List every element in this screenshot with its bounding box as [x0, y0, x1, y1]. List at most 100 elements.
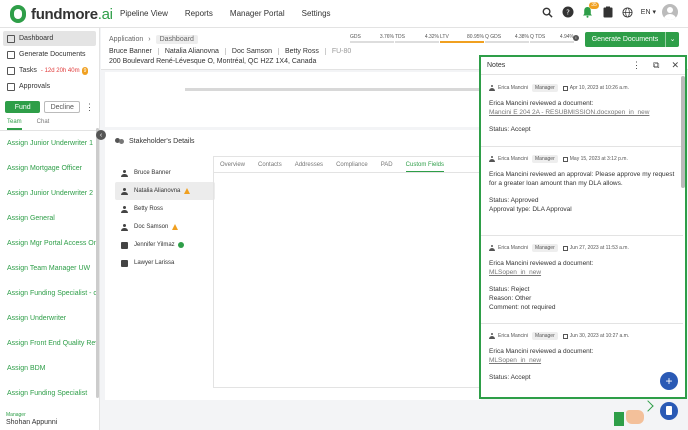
chevron-left-icon: ‹ [99, 131, 103, 139]
sidebar-item-approvals[interactable]: Approvals [3, 79, 96, 94]
main-nav: Pipeline View Reports Manager Portal Set… [120, 9, 348, 18]
collapse-sidebar-button[interactable]: ‹ [96, 130, 106, 140]
list-item[interactable]: Assign Funding Specialist - clos [7, 281, 99, 306]
role-badge: Manager [532, 155, 558, 163]
metric-ltv: LTV 80.95% [440, 34, 484, 43]
list-item[interactable]: Assign Mgr Portal Access Only [7, 231, 99, 256]
info-icon[interactable]: i [573, 35, 579, 41]
content-card [105, 72, 485, 127]
nav-manager-portal[interactable]: Manager Portal [230, 9, 285, 18]
sidebar-item-dashboard[interactable]: Dashboard [3, 31, 96, 46]
user-icon [489, 333, 495, 339]
person-icon [121, 187, 128, 195]
brand-name: fundmore [31, 5, 98, 23]
borrower-name: Doc Samson [232, 48, 279, 55]
user-avatar[interactable] [662, 4, 678, 20]
stakeholder-detail-panel: Overview Contacts Addresses Compliance P… [213, 156, 481, 388]
property-address: 200 Boulevard René-Lévesque O, Montréal,… [109, 58, 317, 65]
stakeholder-list: Bruce Banner Natalia Alianovna Betty Ros… [115, 164, 215, 272]
brand-logo[interactable]: fundmore.ai [8, 4, 113, 24]
list-item[interactable]: Assign Underwriter [7, 306, 99, 331]
list-item[interactable]: Assign General [7, 206, 99, 231]
ratio-metrics: GDS 3.76% TDS 4.32% LTV 80.95% Q GDS 4.38% Q… [350, 34, 575, 43]
sidebar-tabs: Team Chat [0, 113, 99, 131]
language-selector[interactable]: EN ▾ [641, 8, 656, 16]
generate-documents-button[interactable]: Generate Documents ⌄ [585, 32, 679, 47]
top-bar: fundmore.ai Pipeline View Reports Manage… [0, 0, 688, 28]
list-item[interactable]: Assign Funding Specialist [7, 381, 99, 406]
calendar-icon [562, 85, 568, 91]
tab-custom-fields[interactable]: Custom Fields [405, 157, 444, 172]
tab-team[interactable]: Team [7, 119, 22, 130]
tab-chat[interactable]: Chat [37, 119, 50, 130]
note-item: Erica Mancini Manager Jun 27, 2023 at 11… [481, 236, 683, 324]
logo-mark-icon [8, 4, 28, 24]
tasks-overdue: - 12d 20h 40m [40, 67, 80, 74]
fund-actions: Fund Decline ⋮ [0, 95, 99, 113]
stakeholder-item[interactable]: Betty Ross [115, 200, 215, 218]
stakeholder-item[interactable]: Natalia Alianovna [115, 182, 215, 200]
fund-button[interactable]: Fund [5, 101, 41, 113]
list-item[interactable]: Assign Junior Underwriter 2 [7, 181, 99, 206]
person-icon [121, 169, 128, 177]
stakeholder-item[interactable]: Doc Samson [115, 218, 215, 236]
tab-addresses[interactable]: Addresses [295, 157, 323, 172]
note-item: Erica Mancini Manager May 15, 2023 at 3:… [481, 147, 683, 236]
nav-settings[interactable]: Settings [302, 9, 331, 18]
close-icon[interactable]: ✕ [671, 60, 679, 71]
more-options-icon[interactable]: ⋮ [85, 102, 94, 113]
list-item[interactable]: Assign Junior Underwriter 1 [7, 131, 99, 156]
more-options-icon[interactable]: ⋮ [632, 60, 641, 71]
chevron-down-icon[interactable]: ⌄ [665, 32, 679, 47]
section-title: Stakeholder's Details [115, 138, 195, 145]
document-link[interactable]: MLSopen_in_new [489, 356, 675, 365]
search-icon[interactable] [541, 5, 555, 19]
calendar-icon [562, 245, 568, 251]
nav-pipeline-view[interactable]: Pipeline View [120, 9, 168, 18]
open-external-icon[interactable]: ⧉ [653, 60, 659, 71]
tab-contacts[interactable]: Contacts [258, 157, 282, 172]
add-note-button[interactable]: + [660, 372, 678, 390]
breadcrumb-dashboard[interactable]: Dashboard [155, 35, 198, 44]
document-link[interactable]: MLSopen_in_new [489, 268, 675, 277]
tab-pad[interactable]: PAD [381, 157, 393, 172]
list-item[interactable]: Assign Front End Quality Review [7, 331, 99, 356]
decline-button[interactable]: Decline [44, 101, 80, 113]
breadcrumb-application[interactable]: Application [109, 36, 143, 43]
notes-scrollbar[interactable] [681, 76, 685, 188]
tasks-icon [7, 66, 15, 75]
list-item[interactable]: Assign BDM [7, 356, 99, 381]
list-item[interactable]: Assign Mortgage Officer [7, 156, 99, 181]
footer-role: Manager [6, 412, 26, 418]
top-icons: ? 35 EN ▾ [541, 2, 678, 20]
brand-suffix: .ai [97, 5, 113, 23]
help-icon[interactable]: ? [561, 5, 575, 19]
role-badge: Manager [532, 244, 558, 252]
stakeholder-item[interactable]: Lawyer Larissa [115, 254, 215, 272]
sidebar-footer: Manager Shohan Appunni [0, 410, 100, 430]
metric-qgds: Q GDS 4.38% [485, 34, 529, 43]
role-badge: Manager [532, 332, 558, 340]
tab-overview[interactable]: Overview [220, 157, 245, 172]
tab-compliance[interactable]: Compliance [336, 157, 368, 172]
sidebar-item-tasks[interactable]: Tasks - 12d 20h 40m 9 [3, 63, 96, 78]
nav-reports[interactable]: Reports [185, 9, 213, 18]
globe-icon[interactable] [621, 5, 635, 19]
notes-document-button[interactable] [660, 402, 678, 420]
calendar-icon [562, 156, 568, 162]
document-link[interactable]: Mancini E 204 2A - RESUBMISSION.docxopen… [489, 108, 675, 117]
sidebar-scrollbar[interactable] [96, 128, 99, 398]
tasks-badge: 9 [81, 66, 89, 75]
stakeholder-item[interactable]: Bruce Banner [115, 164, 215, 182]
note-item: Erica Mancini Manager Jun 30, 2023 at 10… [481, 324, 683, 382]
clipboard-icon[interactable] [601, 5, 615, 19]
borrower-list: Bruce Banner Natalia Alianovna Doc Samso… [109, 48, 363, 55]
hand-illustration-icon [614, 400, 654, 426]
bell-icon[interactable]: 35 [581, 2, 599, 19]
stakeholder-item[interactable]: Jennifer Yilmaz [115, 236, 215, 254]
list-item[interactable]: Assign Team Manager UW [7, 256, 99, 281]
metric-tds: TDS 4.32% [395, 34, 439, 43]
stakeholders-section: Stakeholder's Details Bruce Banner Natal… [105, 130, 481, 400]
sidebar-item-generate-documents[interactable]: Generate Documents [3, 47, 96, 62]
briefcase-icon [121, 241, 128, 249]
